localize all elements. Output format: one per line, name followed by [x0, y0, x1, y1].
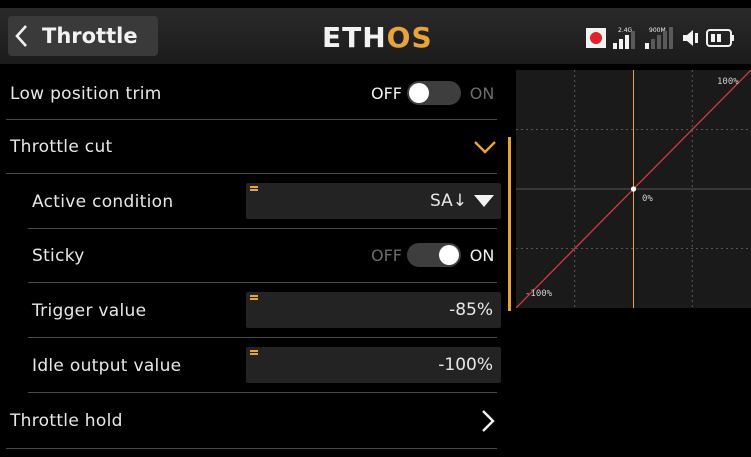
toggle-on-label: ON — [469, 83, 495, 103]
record-icon — [586, 28, 606, 48]
chevron-left-icon — [8, 16, 36, 56]
throttle-hold-row[interactable]: Throttle hold — [0, 393, 503, 449]
toggle-knob — [409, 83, 429, 103]
trigger-value-field[interactable]: -85% — [246, 292, 501, 328]
toggle-knob — [439, 245, 459, 265]
graph-label-min: -100% — [525, 289, 553, 299]
idle-output-value: -100% — [438, 355, 493, 375]
low-position-trim-row: Low position trim OFF ON — [0, 67, 503, 120]
graph-label-center: 0% — [642, 194, 653, 204]
graph-label-max: 100% — [717, 77, 739, 87]
rf-band-label: 2.4G — [618, 27, 633, 34]
grip-icon — [250, 295, 258, 303]
active-condition-select[interactable]: SA↓ — [246, 183, 501, 219]
trigger-value-label: Trigger value — [32, 300, 147, 321]
trigger-value: -85% — [449, 300, 493, 320]
logo-text-accent: OS — [386, 20, 433, 54]
grip-icon — [250, 350, 258, 358]
logo-text-primary: ETH — [322, 20, 387, 54]
toggle-off-label: OFF — [371, 245, 402, 265]
toggle-track — [407, 81, 461, 105]
throttle-cut-label: Throttle cut — [10, 137, 113, 157]
idle-output-value-label: Idle output value — [32, 355, 182, 376]
active-condition-row: Active condition SA↓ — [0, 174, 503, 229]
rf-signal-icon[interactable]: 2.4G — [611, 25, 639, 51]
header-bar: Throttle ETH OS 2.4G 900M — [0, 8, 751, 64]
low-position-trim-label: Low position trim — [10, 83, 162, 104]
telemetry-signal-icon[interactable]: 900M — [643, 25, 677, 51]
low-position-trim-toggle[interactable]: OFF ON — [371, 81, 497, 105]
sticky-row: Sticky OFF ON — [0, 229, 503, 283]
chevron-right-icon[interactable] — [481, 409, 495, 433]
scrollbar[interactable] — [508, 137, 511, 311]
grip-icon — [250, 186, 258, 194]
toggle-off-label: OFF — [371, 83, 402, 103]
page-title: Throttle — [42, 24, 138, 48]
sticky-toggle[interactable]: OFF ON — [371, 243, 497, 267]
trigger-value-row: Trigger value -85% — [0, 283, 503, 338]
toggle-on-label: ON — [469, 245, 495, 265]
throttle-cut-row[interactable]: Throttle cut — [0, 120, 503, 174]
graph-curve-point — [630, 186, 637, 192]
chevron-down-icon[interactable] — [473, 139, 497, 155]
idle-output-value-row: Idle output value -100% — [0, 338, 503, 393]
speaker-icon[interactable] — [681, 27, 701, 49]
toggle-track — [407, 243, 461, 267]
active-condition-value: SA↓ — [430, 191, 467, 211]
active-condition-label: Active condition — [32, 191, 174, 212]
screen: Throttle ETH OS 2.4G 900M Low position t… — [0, 0, 751, 457]
back-button[interactable]: Throttle — [8, 16, 158, 56]
ethos-logo: ETH OS — [322, 20, 433, 54]
dropdown-arrow-icon — [474, 195, 494, 207]
sticky-label: Sticky — [32, 246, 85, 266]
throttle-hold-label: Throttle hold — [10, 411, 123, 431]
throttle-curve-graph: 100% 0% -100% — [516, 70, 751, 308]
battery-icon — [706, 29, 734, 47]
idle-output-value-field[interactable]: -100% — [246, 347, 501, 383]
status-bar: 2.4G 900M — [585, 22, 737, 54]
